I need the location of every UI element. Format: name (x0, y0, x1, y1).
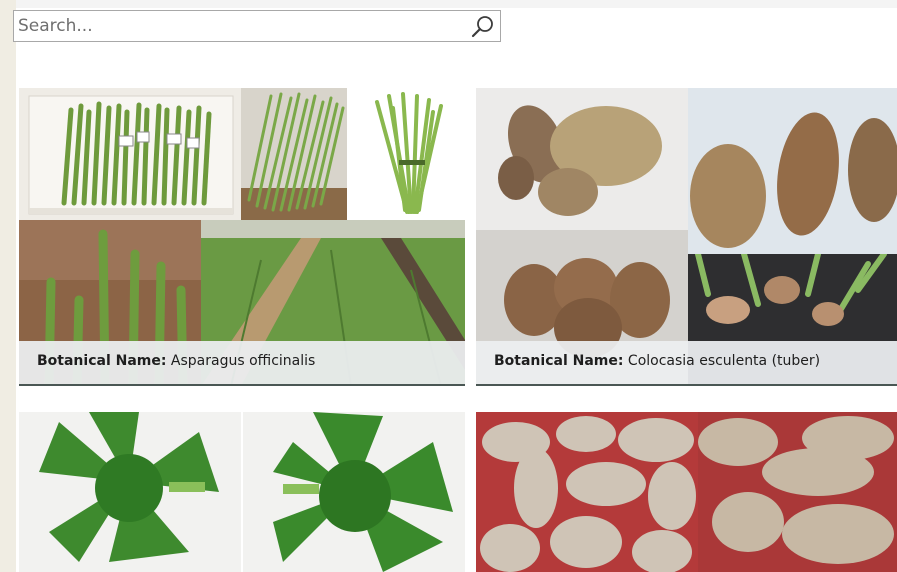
search-icon (471, 16, 493, 38)
botanical-name-label: Botanical Name: (37, 353, 167, 369)
botanical-name-label: Botanical Name: (494, 353, 624, 369)
botanical-name-value: Asparagus officinalis (170, 353, 316, 369)
asparagus-bundle-photo (241, 88, 347, 220)
botanical-name: Botanical Name: Asparagus officinalis (37, 353, 315, 369)
asparagus-tied-bunch-photo (347, 88, 465, 220)
taro-tubers-bag-photo (476, 88, 688, 230)
product-card-yam-tubers[interactable] (476, 412, 897, 572)
yam-tubers-crate-photo-1 (476, 412, 698, 572)
yam-tubers-crate-photo-2 (698, 412, 897, 572)
search-input[interactable] (18, 14, 458, 38)
search-button[interactable] (470, 14, 496, 40)
leaf-bundle-photo-1 (19, 412, 241, 572)
top-edge (16, 0, 897, 8)
left-margin-strip (0, 0, 16, 572)
botanical-name-value: Colocasia esculenta (tuber) (627, 353, 821, 369)
search-box (13, 10, 501, 42)
taro-three-tubers-photo (688, 88, 897, 254)
product-card-leafy-bundle[interactable] (19, 412, 465, 572)
asparagus-crate-photo (19, 88, 241, 220)
card-caption: Botanical Name: Colocasia esculenta (tub… (476, 341, 897, 386)
leaf-bundle-photo-2 (243, 412, 465, 572)
card-caption: Botanical Name: Asparagus officinalis (19, 341, 465, 386)
product-card-colocasia[interactable]: Botanical Name: Colocasia esculenta (tub… (476, 88, 897, 386)
botanical-name: Botanical Name: Colocasia esculenta (tub… (494, 353, 820, 369)
product-card-asparagus[interactable]: Botanical Name: Asparagus officinalis (19, 88, 465, 386)
